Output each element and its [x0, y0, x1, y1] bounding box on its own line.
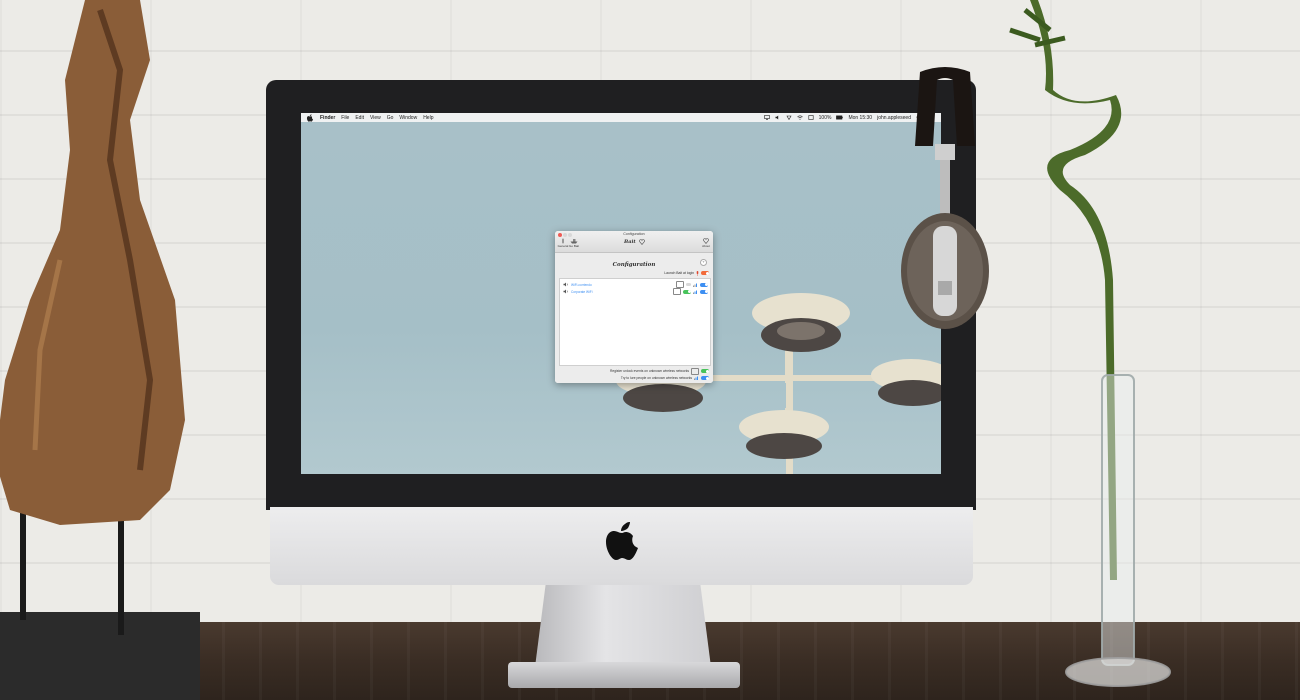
imac-screen: Finder File Edit View Go Window Help 100…: [301, 113, 941, 474]
network-name: Corporate WiFi: [571, 289, 593, 294]
apple-menu-icon[interactable]: [306, 113, 314, 122]
register-chip-icon: [691, 367, 699, 375]
airplay-icon[interactable]: [763, 115, 770, 120]
network-register-toggle[interactable]: [686, 282, 691, 287]
menubar-clock[interactable]: Mon 15:30: [848, 115, 872, 121]
register-unlock-label: Register unlock events on unknown wirele…: [610, 369, 689, 373]
network-register-toggle[interactable]: [683, 289, 691, 294]
lure-people-toggle[interactable]: [701, 376, 709, 380]
menu-window[interactable]: Window: [399, 115, 417, 121]
launch-at-login-toggle[interactable]: [701, 271, 709, 275]
bait-menu-icon[interactable]: [786, 115, 792, 120]
battery-icon[interactable]: [836, 115, 844, 120]
signal-bars-icon: [693, 283, 698, 287]
configuration-panel: ? Configuration Launch Bait at login WiF…: [555, 253, 713, 383]
network-lure-toggle[interactable]: [700, 282, 708, 287]
signal-bars-icon: [693, 290, 698, 294]
menu-view[interactable]: View: [370, 115, 381, 121]
wifi-speaker-icon: [563, 289, 568, 294]
lure-people-row: Try to lure people on unknown wireless n…: [621, 375, 709, 381]
battery-percent[interactable]: 100%: [819, 115, 832, 121]
imac-foot: [508, 662, 740, 688]
lure-people-label: Try to lure people on unknown wireless n…: [620, 376, 692, 380]
about-label: About: [702, 244, 710, 248]
configuration-window: Configuration General Go Bait Bait About…: [555, 231, 713, 383]
launch-at-login-row: Launch Bait at login: [615, 270, 709, 276]
register-unlock-toggle[interactable]: [701, 369, 709, 373]
volume-icon[interactable]: [775, 115, 781, 120]
network-row[interactable]: Corporate WiFi: [560, 288, 710, 295]
apple-logo-icon: [606, 522, 638, 560]
launch-at-login-label: Launch Bait at login: [664, 271, 694, 275]
menu-finder[interactable]: Finder: [320, 115, 335, 121]
imac-stand: [535, 585, 711, 667]
wifi-speaker-icon: [563, 282, 568, 287]
network-lure-toggle[interactable]: [700, 289, 708, 294]
headphones: [901, 67, 989, 329]
network-chip-icon[interactable]: [673, 288, 681, 295]
configuration-heading: Configuration: [612, 262, 656, 268]
toolbar-app-name: Bait: [624, 239, 636, 245]
wifi-icon[interactable]: [796, 115, 803, 120]
window-toolbar: Configuration General Go Bait Bait About: [555, 231, 713, 253]
network-row[interactable]: WiFi-corriendo: [560, 281, 710, 288]
network-list: WiFi-corriendo Corporate WiFi: [559, 278, 711, 366]
gobait-label: Go Bait: [568, 244, 579, 248]
window-title: Configuration: [623, 232, 645, 236]
network-chip-icon[interactable]: [676, 281, 684, 288]
menu-edit[interactable]: Edit: [355, 115, 364, 121]
lure-signal-icon: [694, 376, 698, 380]
microphone-icon: [696, 270, 699, 276]
menu-go[interactable]: Go: [387, 115, 394, 121]
network-name: WiFi-corriendo: [571, 282, 592, 287]
toolbar-about-button[interactable]: About: [699, 238, 713, 251]
bamboo-plant: [1009, 0, 1171, 687]
toolbar-gobait-button[interactable]: Go Bait: [567, 238, 581, 251]
menu-help[interactable]: Help: [423, 115, 433, 121]
register-unlock-row: Register unlock events on unknown wirele…: [610, 367, 709, 375]
driftwood-sculpture: [0, 0, 200, 700]
bait-heart-icon: [639, 239, 645, 245]
display-icon[interactable]: [808, 115, 814, 120]
menu-file[interactable]: File: [341, 115, 349, 121]
macos-menu-bar: Finder File Edit View Go Window Help 100…: [301, 113, 941, 122]
